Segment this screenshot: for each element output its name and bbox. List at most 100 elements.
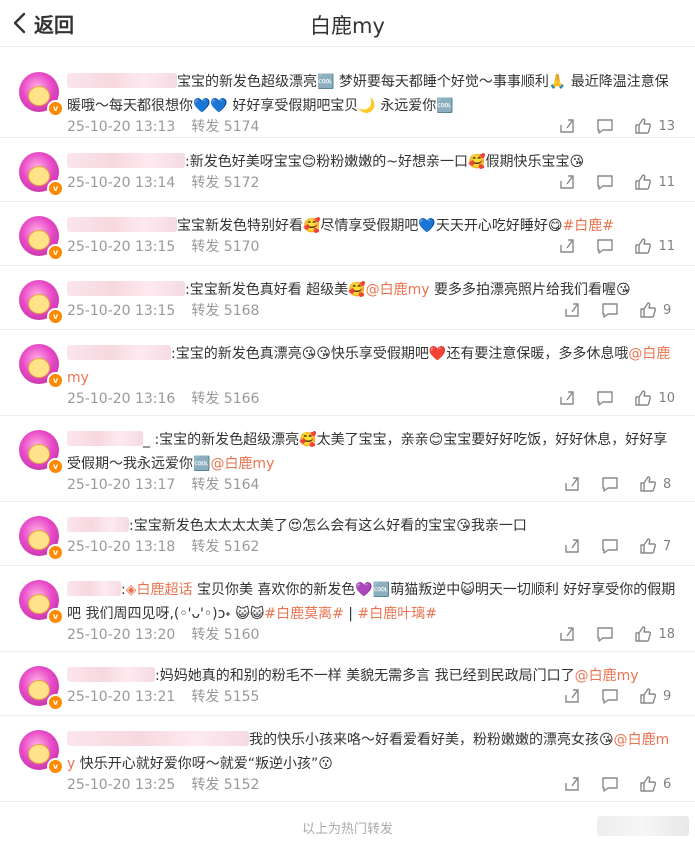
repost-count: 转发 5168 <box>191 303 260 319</box>
repost-item[interactable]: v :宝宝新发色真好看 超级美🥰@白鹿my 要多多拍漂亮照片给我们看喔😘 25-… <box>0 266 695 330</box>
comment-icon[interactable] <box>601 475 619 493</box>
like-icon[interactable] <box>639 775 657 793</box>
action-bar: 11 <box>538 173 675 191</box>
verified-badge-icon: v <box>47 180 64 197</box>
avatar-face <box>28 166 50 186</box>
comment-icon[interactable] <box>596 237 614 255</box>
blurred-username[interactable] <box>67 517 129 532</box>
avatar[interactable]: v <box>19 280 64 325</box>
like-icon[interactable] <box>639 301 657 319</box>
timestamp: 25-10-20 13:25 <box>67 777 176 793</box>
mention-link[interactable]: @白鹿my <box>366 282 430 298</box>
repost-item[interactable]: v :宝宝的新发色真漂亮😘😘快乐享受假期吧❤️还有要注意保暖，多多休息哦@白鹿m… <box>0 330 695 416</box>
share-icon[interactable] <box>563 301 581 319</box>
repost-item[interactable]: v 我的快乐小孩来咯～好看爱看好美，粉粉嫩嫩的漂亮女孩😘@白鹿my 快乐开心就好… <box>0 716 695 802</box>
repost-count: 转发 5170 <box>191 239 260 255</box>
comment-icon[interactable] <box>601 775 619 793</box>
repost-item[interactable]: v 宝宝的新发色超级漂亮🆒 梦妍要每天都睡个好觉～事事顺利🙏 最近降温注意保暖哦… <box>0 58 695 138</box>
comment-icon[interactable] <box>596 389 614 407</box>
comment-icon[interactable] <box>601 687 619 705</box>
avatar[interactable]: v <box>19 430 64 475</box>
avatar[interactable]: v <box>19 516 64 561</box>
comment-icon[interactable] <box>596 625 614 643</box>
repost-item[interactable]: v :新发色好美呀宝宝😊粉粉嫩嫩的~好想亲一口🥰假期快乐宝宝😘 25-10-20… <box>0 138 695 202</box>
action-bar: 10 <box>538 389 675 407</box>
action-bar: 8 <box>543 475 675 493</box>
repost-count: 转发 5155 <box>191 689 260 705</box>
like-icon[interactable] <box>634 237 652 255</box>
like-icon[interactable] <box>634 173 652 191</box>
repost-list: v 宝宝的新发色超级漂亮🆒 梦妍要每天都睡个好觉～事事顺利🙏 最近降温注意保暖哦… <box>0 58 695 802</box>
avatar[interactable]: v <box>19 72 64 117</box>
blurred-username[interactable] <box>67 431 143 446</box>
repost-content: 我的快乐小孩来咯～好看爱看好美，粉粉嫩嫩的漂亮女孩😘@白鹿my 快乐开心就好爱你… <box>67 728 677 776</box>
timestamp: 25-10-20 13:20 <box>67 627 176 643</box>
supertopic-link[interactable]: ◈白鹿超话 <box>126 582 193 598</box>
share-icon[interactable] <box>563 775 581 793</box>
repost-item[interactable]: v 宝宝新发色特别好看🥰尽情享受假期吧💙天天开心吃好睡好😋#白鹿# 25-10-… <box>0 202 695 266</box>
avatar-face <box>28 230 50 250</box>
repost-item[interactable]: v :◈白鹿超话 宝贝你美 喜欢你的新发色💜🆒萌猫叛逆中😺明天一切顺利 好好享受… <box>0 566 695 652</box>
blurred-username[interactable] <box>67 217 177 232</box>
topic-tag[interactable]: #白鹿莫离# <box>264 606 343 622</box>
blurred-username[interactable] <box>67 281 185 296</box>
blurred-username[interactable] <box>67 153 185 168</box>
mention-link[interactable]: @白鹿my <box>210 456 274 472</box>
like-icon[interactable] <box>639 537 657 555</box>
repost-content: :新发色好美呀宝宝😊粉粉嫩嫩的~好想亲一口🥰假期快乐宝宝😘 <box>67 150 677 174</box>
repost-item[interactable]: v :妈妈她真的和别的粉毛不一样 美貌无需多言 我已经到民政局门口了@白鹿my … <box>0 652 695 716</box>
comment-icon[interactable] <box>596 117 614 135</box>
blurred-username[interactable] <box>67 731 249 746</box>
like-icon[interactable] <box>634 117 652 135</box>
comment-icon[interactable] <box>601 537 619 555</box>
topic-tag[interactable]: #白鹿叶璃# <box>357 606 436 622</box>
repost-text-continued: 要多多拍漂亮照片给我们看喔😘 <box>429 282 631 298</box>
share-icon[interactable] <box>558 237 576 255</box>
share-icon[interactable] <box>558 117 576 135</box>
share-icon[interactable] <box>558 389 576 407</box>
page-title: 白鹿my <box>310 14 385 38</box>
like-count: 10 <box>658 390 675 406</box>
blurred-username[interactable] <box>67 345 171 360</box>
like-count: 18 <box>658 626 675 642</box>
verified-badge-icon: v <box>47 544 64 561</box>
share-icon[interactable] <box>563 687 581 705</box>
repost-meta: 25-10-20 13:15 转发 5168 <box>67 300 259 320</box>
blurred-username[interactable] <box>67 73 177 88</box>
share-icon[interactable] <box>563 475 581 493</box>
like-icon[interactable] <box>634 625 652 643</box>
repost-meta: 25-10-20 13:25 转发 5152 <box>67 774 259 794</box>
blurred-username[interactable] <box>67 581 121 596</box>
comment-icon[interactable] <box>596 173 614 191</box>
repost-item[interactable]: v _ :宝宝的新发色超级漂亮🥰太美了宝宝，亲亲😊宝宝要好好吃饭，好好休息，好好… <box>0 416 695 502</box>
repost-text-continued: 快乐开心就好爱你呀～就爱“叛逆小孩”😗 <box>75 756 333 772</box>
topic-tag[interactable]: #白鹿# <box>562 218 613 234</box>
avatar[interactable]: v <box>19 730 64 775</box>
like-icon[interactable] <box>639 687 657 705</box>
avatar[interactable]: v <box>19 344 64 389</box>
repost-text: 我的快乐小孩来咯～好看爱看好美，粉粉嫩嫩的漂亮女孩😘 <box>249 732 614 748</box>
share-icon[interactable] <box>563 537 581 555</box>
avatar[interactable]: v <box>19 666 64 711</box>
comment-icon[interactable] <box>601 301 619 319</box>
avatar-face <box>28 358 50 378</box>
timestamp: 25-10-20 13:16 <box>67 391 176 407</box>
repost-meta: 25-10-20 13:20 转发 5160 <box>67 624 259 644</box>
share-icon[interactable] <box>558 173 576 191</box>
like-count: 6 <box>663 776 672 792</box>
repost-item[interactable]: v :宝宝新发色太太太太美了😍怎么会有这么好看的宝宝😘我亲一口 25-10-20… <box>0 502 695 566</box>
mention-link[interactable]: @白鹿my <box>575 668 639 684</box>
share-icon[interactable] <box>558 625 576 643</box>
avatar[interactable]: v <box>19 580 64 625</box>
avatar[interactable]: v <box>19 152 64 197</box>
repost-content: :妈妈她真的和别的粉毛不一样 美貌无需多言 我已经到民政局门口了@白鹿my <box>67 664 677 688</box>
action-bar: 7 <box>543 537 675 555</box>
like-icon[interactable] <box>634 389 652 407</box>
repost-content: :宝宝新发色太太太太美了😍怎么会有这么好看的宝宝😘我亲一口 <box>67 514 677 538</box>
repost-count: 转发 5162 <box>191 539 260 555</box>
timestamp: 25-10-20 13:18 <box>67 539 176 555</box>
avatar[interactable]: v <box>19 216 64 261</box>
like-icon[interactable] <box>639 475 657 493</box>
blurred-username[interactable] <box>67 667 155 682</box>
hot-reposts-footer: 以上为热门转发 <box>301 822 393 837</box>
